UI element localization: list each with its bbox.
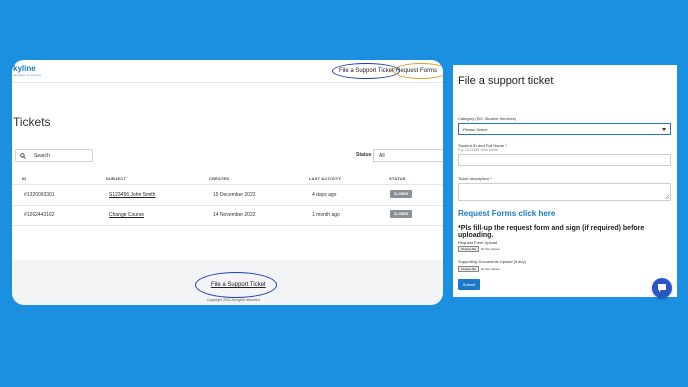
supporting-docs-upload-label: Supporting Documents Upload (if any) — [458, 259, 526, 264]
ticket-created: 14 November 2022 — [213, 212, 256, 218]
table-divider — [12, 184, 443, 185]
request-form-file-status: No file chosen — [481, 247, 501, 251]
status-filter-value: All — [379, 153, 385, 159]
ticket-last-activity: 4 days ago — [312, 192, 337, 198]
table-divider — [12, 225, 443, 226]
request-forms-link[interactable]: Request Forms click here — [458, 209, 555, 218]
column-header-last-activity: LAST ACTIVITY — [309, 176, 342, 181]
highlight-oval-file-ticket — [332, 63, 400, 79]
chevron-down-icon — [662, 128, 666, 131]
support-ticket-form: File a support ticket Category (SIC Stud… — [453, 65, 677, 297]
top-navbar: kyline education technology File a Suppo… — [12, 60, 443, 83]
status-filter-label: Status — [356, 152, 372, 158]
category-label: Category (SIC Student Services) — [458, 116, 517, 121]
ticket-id: #1262443162 — [24, 212, 55, 218]
form-title: File a support ticket — [458, 75, 554, 87]
chat-widget-button[interactable] — [652, 278, 672, 298]
chat-icon — [658, 284, 666, 292]
resize-handle-icon[interactable] — [665, 195, 669, 199]
ticket-id: #1320093301 — [24, 192, 55, 198]
supporting-docs-choose-file-button[interactable]: Choose file — [458, 266, 479, 272]
status-badge: CLOSED — [390, 190, 412, 198]
ticket-created: 15 December 2022 — [213, 192, 256, 198]
highlight-oval-request-forms — [393, 63, 443, 79]
ticket-last-activity: 1 month ago — [312, 212, 340, 218]
submit-button[interactable]: Submit — [458, 279, 480, 290]
upload-instruction-note: *Pls fill-up the request form and sign (… — [458, 225, 645, 239]
status-badge: CLOSED — [390, 210, 412, 218]
category-select[interactable]: Please Select — [458, 123, 671, 135]
column-header-status: STATUS — [389, 176, 406, 181]
ticket-subject-link[interactable]: S123456 John Smith — [109, 192, 155, 198]
request-form-upload-label: Request Form Upload — [458, 240, 498, 245]
copyright-text: Copyright 2022 All rights reserved. — [207, 298, 261, 302]
highlight-oval-footer-link — [195, 272, 277, 298]
ticket-subject-link[interactable]: Change Course — [109, 212, 144, 218]
page-title: Tickets — [13, 115, 51, 129]
search-placeholder: Search — [34, 153, 50, 159]
tickets-page: kyline education technology File a Suppo… — [12, 60, 443, 305]
student-id-field[interactable] — [458, 154, 671, 166]
ticket-description-label: Ticket description * — [458, 176, 492, 181]
category-select-value: Please Select — [463, 127, 488, 132]
table-divider — [12, 205, 443, 206]
tickets-content: Tickets Search Status All ID SUBJECT CRE… — [12, 83, 443, 260]
ticket-description-field[interactable] — [458, 183, 671, 201]
column-header-created: CREATED — [209, 176, 230, 181]
column-header-subject: SUBJECT — [106, 176, 127, 181]
search-icon — [20, 153, 26, 159]
search-input[interactable]: Search — [15, 149, 93, 162]
column-header-id: ID — [22, 176, 27, 181]
supporting-docs-file-status: No file chosen — [481, 267, 501, 271]
request-form-choose-file-button[interactable]: Choose file — [458, 246, 479, 252]
logo-text: kyline — [13, 64, 36, 73]
logo-subtext: education technology — [13, 73, 42, 77]
status-filter-select[interactable]: All — [373, 149, 443, 162]
logo[interactable]: kyline education technology — [13, 64, 42, 78]
student-id-hint: E.g. S123456 John Smith — [458, 148, 498, 152]
